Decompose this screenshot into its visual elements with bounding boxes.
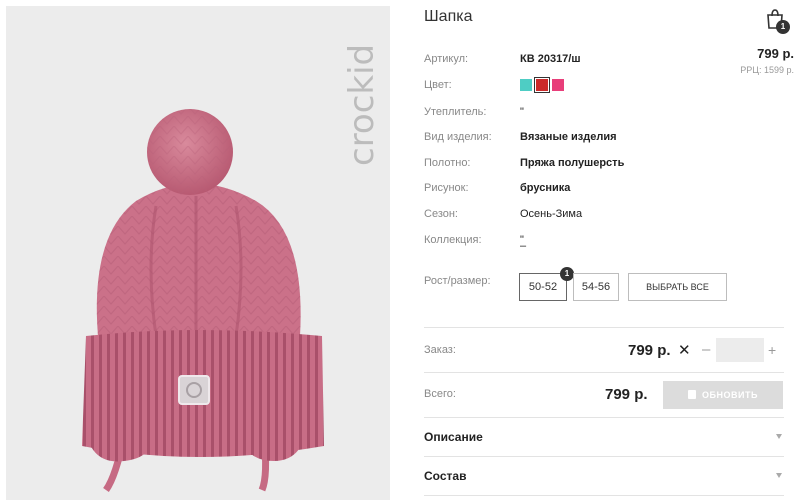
attr-value: брусника bbox=[520, 182, 571, 194]
chevron-down-icon bbox=[776, 434, 782, 439]
color-swatch-pink[interactable] bbox=[552, 79, 564, 91]
trash-icon bbox=[688, 390, 697, 399]
attr-value-secondary: – bbox=[520, 240, 527, 252]
product-image: crockid bbox=[6, 6, 390, 500]
brand-logo: crockid bbox=[342, 26, 382, 166]
brand-logo-text: crockid bbox=[342, 43, 382, 166]
attr-value: Пряжа полушерсть bbox=[520, 157, 625, 169]
decrease-quantity-button[interactable]: – bbox=[702, 341, 710, 358]
multiply-icon: ✕ bbox=[678, 342, 691, 359]
accordion-composition[interactable]: Состав bbox=[424, 469, 784, 489]
update-button-label: ОБНОВИТЬ bbox=[702, 390, 758, 400]
increase-quantity-button[interactable]: + bbox=[768, 342, 776, 358]
attr-value: Осень-Зима bbox=[520, 208, 583, 220]
size-selected-badge: 1 bbox=[560, 267, 574, 281]
total-price: 799 р. bbox=[605, 386, 648, 403]
product-details-panel: Шапка 1 799 р. РРЦ: 1599 р. Артикул: КВ … bbox=[424, 0, 800, 500]
product-price: 799 р. bbox=[757, 46, 794, 61]
divider bbox=[424, 327, 784, 328]
chevron-down-icon bbox=[776, 473, 782, 478]
attr-label: Сезон: bbox=[424, 208, 458, 220]
accordion-title: Описание bbox=[424, 430, 483, 444]
color-swatch-red[interactable] bbox=[534, 77, 550, 93]
product-title: Шапка bbox=[424, 8, 473, 25]
attr-label: Утеплитель: bbox=[424, 106, 487, 118]
update-button[interactable]: ОБНОВИТЬ bbox=[663, 381, 783, 409]
divider bbox=[424, 456, 784, 457]
size-option-54-56[interactable]: 54-56 bbox=[573, 273, 619, 301]
attr-label: Рисунок: bbox=[424, 182, 469, 194]
attr-value: Вязаные изделия bbox=[520, 131, 617, 143]
cart-button[interactable]: 1 bbox=[764, 6, 794, 36]
attr-label: Рост/размер: bbox=[424, 275, 491, 287]
order-price: 799 р. bbox=[628, 342, 671, 359]
divider bbox=[424, 372, 784, 373]
attr-label: Цвет: bbox=[424, 79, 452, 91]
price-block: 799 р. РРЦ: 1599 р. bbox=[740, 46, 794, 75]
quantity-input[interactable] bbox=[716, 338, 764, 362]
attr-label: Артикул: bbox=[424, 53, 469, 65]
attr-label: Коллекция: bbox=[424, 234, 482, 246]
attr-label: Полотно: bbox=[424, 157, 471, 169]
order-label: Заказ: bbox=[424, 344, 456, 356]
divider bbox=[424, 495, 784, 496]
accordion-description[interactable]: Описание bbox=[424, 430, 784, 450]
color-swatch-teal[interactable] bbox=[520, 79, 532, 91]
attr-label: Вид изделия: bbox=[424, 131, 492, 143]
accordion-title: Состав bbox=[424, 469, 467, 483]
hat-illustration bbox=[82, 109, 324, 493]
attr-value: " bbox=[520, 106, 524, 118]
attr-value: КВ 20317/ш bbox=[520, 53, 581, 65]
divider bbox=[424, 417, 784, 418]
cart-count-badge: 1 bbox=[776, 20, 790, 34]
total-label: Всего: bbox=[424, 388, 456, 400]
recommended-retail-price: РРЦ: 1599 р. bbox=[740, 65, 794, 75]
select-all-sizes-button[interactable]: ВЫБРАТЬ ВСЕ bbox=[628, 273, 727, 301]
